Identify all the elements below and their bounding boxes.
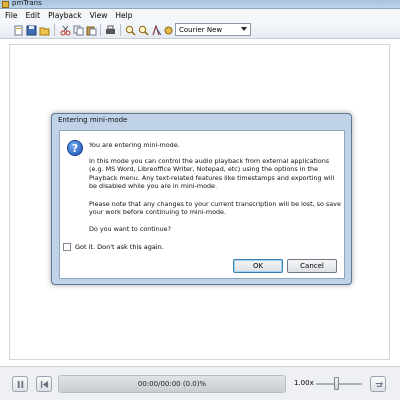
player-bar: 00:00/00:00 (0.0)% 1.00x: [0, 366, 400, 400]
menu-edit[interactable]: Edit: [26, 11, 41, 20]
cut-icon[interactable]: [59, 24, 71, 36]
font-icon[interactable]: [150, 24, 162, 36]
save-icon[interactable]: [25, 24, 37, 36]
time-display: 00:00/00:00 (0.0)%: [58, 375, 286, 393]
app-icon: [2, 1, 9, 8]
dont-ask-checkbox[interactable]: Got it. Don't ask this again.: [63, 243, 164, 251]
question-icon: ?: [67, 140, 83, 156]
mini-mode-dialog: Entering mini-mode ? You are entering mi…: [51, 113, 352, 285]
loop-button[interactable]: [370, 376, 386, 392]
color-icon[interactable]: [162, 24, 174, 36]
pause-icon: [17, 380, 23, 388]
font-select-value: Courier New: [179, 25, 223, 34]
speed-label: 1.00x: [294, 379, 314, 387]
rewind-icon: [40, 380, 48, 388]
font-select[interactable]: Courier New: [175, 23, 251, 36]
rewind-button[interactable]: [36, 376, 52, 392]
dialog-paragraph-warning: Please note that any changes to your cur…: [89, 200, 341, 217]
menu-file[interactable]: File: [5, 11, 18, 20]
menu-bar: File Edit Playback View Help: [0, 9, 400, 21]
dialog-paragraph-intro: You are entering mini-mode.: [89, 141, 180, 149]
dialog-title: Entering mini-mode: [58, 116, 128, 124]
pause-button[interactable]: [12, 376, 28, 392]
toolbar-separator: [54, 24, 55, 36]
loop-icon: [375, 381, 383, 387]
time-display-text: 00:00/00:00 (0.0)%: [137, 380, 207, 388]
paste-icon[interactable]: [85, 24, 97, 36]
dialog-paragraph-question: Do you want to continue?: [89, 225, 171, 233]
speed-slider-track[interactable]: [316, 383, 362, 385]
cancel-button[interactable]: Cancel: [287, 259, 337, 273]
toolbar-separator: [120, 24, 121, 36]
toolbar: Courier New: [0, 21, 400, 39]
title-bar: pmTrans: [0, 0, 400, 9]
menu-help[interactable]: Help: [115, 11, 132, 20]
copy-icon[interactable]: [72, 24, 84, 36]
dialog-paragraph-description: In this mode you can control the audio p…: [89, 157, 335, 191]
checkbox-box[interactable]: [63, 243, 71, 251]
menu-view[interactable]: View: [90, 11, 108, 20]
new-file-icon[interactable]: [12, 24, 24, 36]
zoom-in-icon[interactable]: [124, 24, 136, 36]
menu-playback[interactable]: Playback: [48, 11, 81, 20]
ok-button[interactable]: OK: [233, 259, 283, 273]
dont-ask-label: Got it. Don't ask this again.: [75, 243, 164, 251]
window-title: pmTrans: [12, 0, 42, 7]
chevron-down-icon: [241, 27, 247, 31]
zoom-out-icon[interactable]: [137, 24, 149, 36]
toolbar-separator: [100, 24, 101, 36]
dialog-body: ? You are entering mini-mode. In this mo…: [59, 130, 345, 279]
speed-slider-thumb[interactable]: [334, 377, 339, 390]
open-folder-icon[interactable]: [38, 24, 50, 36]
print-icon[interactable]: [104, 24, 116, 36]
